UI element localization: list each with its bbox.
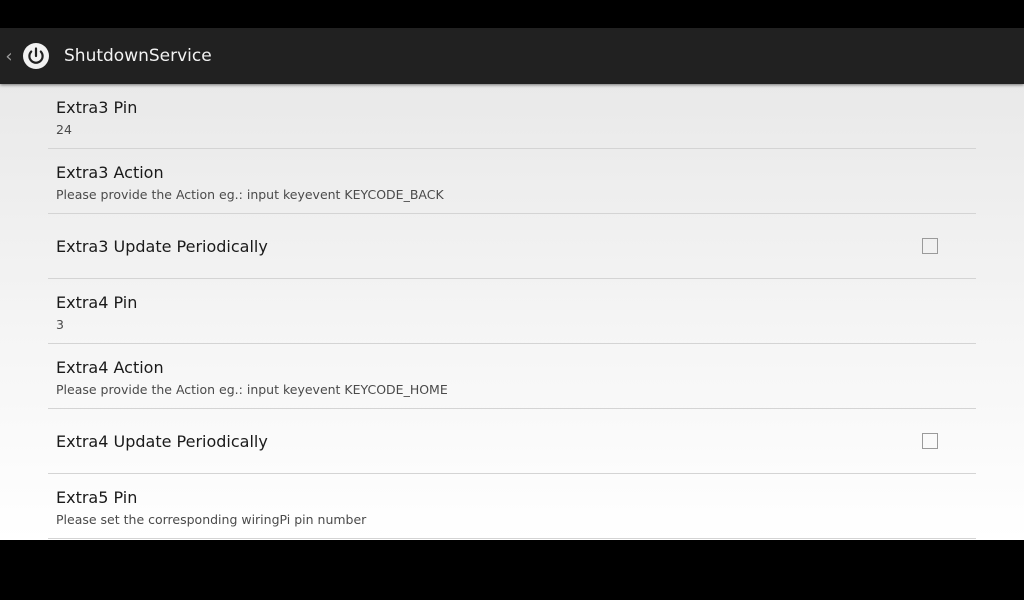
pref-extra5-pin[interactable]: Extra5 Pin Please set the corresponding … — [48, 474, 976, 539]
checkbox[interactable] — [922, 238, 938, 254]
pref-title: Extra4 Pin — [56, 293, 138, 312]
app-title: ShutdownService — [64, 46, 212, 66]
pref-summary: Please set the corresponding wiringPi pi… — [56, 512, 367, 527]
status-bar — [0, 0, 1024, 28]
pref-extra3-update-periodically[interactable]: Extra3 Update Periodically — [48, 214, 976, 279]
preference-screen[interactable]: Extra3 Pin 24 Extra3 Action Please provi… — [0, 84, 1024, 540]
pref-summary: 24 — [56, 122, 72, 137]
power-icon[interactable] — [22, 42, 50, 70]
pref-summary: Please provide the Action eg.: input key… — [56, 382, 448, 397]
pref-title: Extra3 Action — [56, 163, 164, 182]
pref-title: Extra4 Update Periodically — [56, 432, 268, 451]
pref-title: Extra4 Action — [56, 358, 164, 377]
chevron-left-icon[interactable]: ‹ — [2, 28, 16, 84]
pref-title: Extra5 Pin — [56, 488, 138, 507]
pref-extra4-update-periodically[interactable]: Extra4 Update Periodically — [48, 409, 976, 474]
pref-extra3-action[interactable]: Extra3 Action Please provide the Action … — [48, 149, 976, 214]
pref-extra4-action[interactable]: Extra4 Action Please provide the Action … — [48, 344, 976, 409]
pref-title: Extra3 Pin — [56, 98, 138, 117]
action-bar: ‹ ShutdownService — [0, 28, 1024, 84]
navigation-bar — [0, 540, 1024, 600]
checkbox[interactable] — [922, 433, 938, 449]
pref-title: Extra3 Update Periodically — [56, 237, 268, 256]
pref-summary: Please provide the Action eg.: input key… — [56, 187, 444, 202]
pref-summary: 3 — [56, 317, 64, 332]
pref-extra4-pin[interactable]: Extra4 Pin 3 — [48, 279, 976, 344]
preference-list: Extra3 Pin 24 Extra3 Action Please provi… — [48, 84, 976, 539]
pref-extra3-pin[interactable]: Extra3 Pin 24 — [48, 84, 976, 149]
